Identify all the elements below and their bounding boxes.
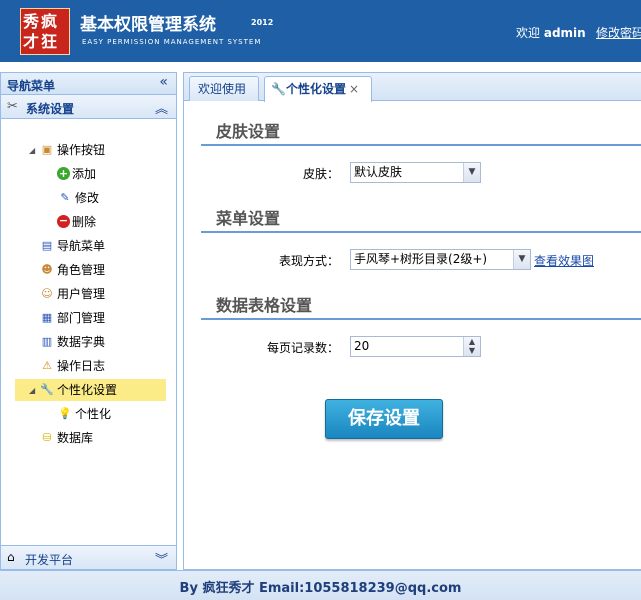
tree-item-add[interactable]: + 添加 <box>57 165 96 185</box>
main-panel: 欢迎使用 🔧个性化设置 × 皮肤设置 皮肤： 默认皮肤 ▼ 菜单设置 表现方式： … <box>183 72 641 570</box>
app-year: 2012 <box>251 18 274 27</box>
welcome-text: 欢迎 admin <box>516 24 586 41</box>
page-size-value: 20 <box>354 339 370 353</box>
app-title: 基本权限管理系统 <box>80 15 216 35</box>
tree-item-database[interactable]: ⛁ 数据库 <box>39 429 93 449</box>
tab-welcome[interactable]: 欢迎使用 <box>189 76 259 101</box>
menu-icon: ▤ <box>41 238 53 252</box>
logo-text-1: 秀疯 <box>23 12 60 31</box>
username: admin <box>543 26 586 40</box>
sidebar: 导航菜单 « ✂ 系统设置 ︽ ◢ ▣ 操作按钮 + 添加 ✎ 修改 − 删除 ▤ 导航菜单… <box>0 72 177 570</box>
org-icon: ▦ <box>41 310 53 324</box>
tree-item-personalization-settings[interactable]: ◢ 🔧 个性化设置 <box>15 379 166 401</box>
expand-arrow-icon[interactable]: ◢ <box>29 386 39 395</box>
skin-select-value: 默认皮肤 <box>354 165 403 179</box>
save-button[interactable]: 保存设置 <box>325 399 443 439</box>
skin-select[interactable]: 默认皮肤 ▼ <box>350 162 481 183</box>
page-size-label: 每页记录数： <box>266 341 339 355</box>
chevron-down-icon[interactable]: ︾ <box>155 549 168 568</box>
tree-item-operation-buttons[interactable]: ◢ ▣ 操作按钮 <box>29 141 105 161</box>
tab-label: 欢迎使用 <box>198 82 247 96</box>
spinner-arrows-icon[interactable]: ▲ ▼ <box>463 337 480 356</box>
chevron-up-icon[interactable]: ︽ <box>155 98 168 117</box>
add-icon: + <box>57 167 70 180</box>
sidebar-title: 导航菜单 <box>7 79 56 93</box>
accordion-title: 系统设置 <box>26 102 75 116</box>
tools-icon: ✂ <box>7 99 18 114</box>
tree-item-edit[interactable]: ✎ 修改 <box>57 189 99 209</box>
divider <box>201 318 641 320</box>
page-size-spinner[interactable]: 20 ▲ ▼ <box>350 336 481 357</box>
divider <box>201 144 641 146</box>
package-icon: ▣ <box>41 142 53 156</box>
logo: 秀疯 才狂 <box>20 8 70 55</box>
chevron-down-icon[interactable]: ▼ <box>463 163 480 182</box>
welcome-prefix: 欢迎 <box>516 26 541 40</box>
accordion-dev-platform[interactable]: ⌂ 开发平台 ︾ <box>1 545 176 569</box>
delete-icon: − <box>57 214 70 228</box>
footer: By 疯狂秀才 Email:1055818239@qq.com <box>0 570 641 600</box>
tab-personalization[interactable]: 🔧个性化设置 × <box>264 76 372 102</box>
section-title-skin: 皮肤设置 <box>216 122 281 141</box>
chevron-down-icon[interactable]: ▼ <box>513 250 530 269</box>
tab-label: 个性化设置 <box>285 82 346 96</box>
section-title-grid: 数据表格设置 <box>216 296 313 315</box>
change-password-link[interactable]: 修改密码 <box>596 24 641 41</box>
expand-arrow-icon[interactable]: ◢ <box>29 146 39 155</box>
pencil-icon: ✎ <box>60 190 70 204</box>
close-icon[interactable]: × <box>349 82 359 96</box>
users-icon: ☻ <box>41 262 53 276</box>
header: 秀疯 才狂 基本权限管理系统 2012 EASY PERMISSION MANA… <box>0 0 641 62</box>
tab-bar: 欢迎使用 🔧个性化设置 × <box>184 73 641 102</box>
sidebar-header: 导航菜单 « <box>1 73 176 95</box>
wrench-icon: 🔧 <box>271 82 286 96</box>
wrench-icon: 🔧 <box>40 382 54 396</box>
tree-item-operation-log[interactable]: ⚠ 操作日志 <box>39 357 105 377</box>
menu-style-select[interactable]: 手风琴+树形目录(2级+) ▼ <box>350 249 531 270</box>
tree-item-role-management[interactable]: ☻ 角色管理 <box>39 261 105 281</box>
accordion-dev-platform-title: 开发平台 <box>25 553 74 567</box>
tree-item-nav-menu[interactable]: ▤ 导航菜单 <box>39 237 105 257</box>
tree-item-department-management[interactable]: ▦ 部门管理 <box>39 309 105 329</box>
divider <box>201 231 641 233</box>
preview-link[interactable]: 查看效果图 <box>534 252 594 269</box>
database-icon: ⛁ <box>42 430 52 444</box>
skin-label: 皮肤： <box>302 167 339 181</box>
logo-text-2: 才狂 <box>23 32 60 51</box>
bulb-icon: 💡 <box>58 406 72 420</box>
menu-style-label: 表现方式： <box>278 254 339 268</box>
book-icon: ▥ <box>41 334 53 348</box>
app-subtitle: EASY PERMISSION MANAGEMENT SYSTEM <box>82 38 262 46</box>
tree-item-delete[interactable]: − 删除 <box>57 213 96 233</box>
warning-icon: ⚠ <box>42 358 52 372</box>
collapse-left-icon[interactable]: « <box>159 74 168 90</box>
home-icon: ⌂ <box>7 550 15 564</box>
tree-item-personalization[interactable]: 💡 个性化 <box>57 405 111 425</box>
tree-item-user-management[interactable]: ☺ 用户管理 <box>39 285 105 305</box>
accordion-system-settings[interactable]: ✂ 系统设置 ︽ <box>1 95 176 119</box>
menu-style-value: 手风琴+树形目录(2级+) <box>354 252 488 266</box>
user-icon: ☺ <box>41 286 53 300</box>
tree-item-data-dictionary[interactable]: ▥ 数据字典 <box>39 333 105 353</box>
section-title-menu: 菜单设置 <box>216 209 281 228</box>
